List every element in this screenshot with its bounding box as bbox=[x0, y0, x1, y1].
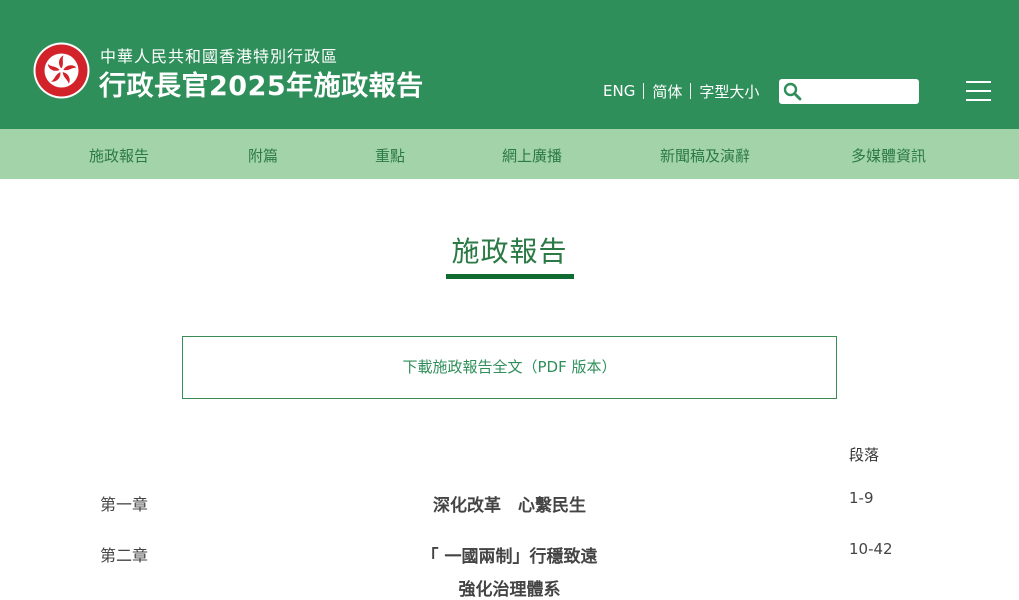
nav-item-policy-address[interactable]: 施政報告 bbox=[89, 145, 149, 166]
search-icon[interactable] bbox=[783, 82, 802, 101]
language-english-link[interactable]: ENG bbox=[603, 82, 635, 100]
hksar-emblem-logo[interactable] bbox=[33, 42, 90, 99]
toc-chapter-title-link[interactable]: 強化治理體系 bbox=[0, 575, 1019, 600]
search-box bbox=[779, 79, 919, 104]
toc-paragraph-header: 段落 bbox=[849, 446, 880, 464]
download-pdf-button[interactable]: 下載施政報告全文（PDF 版本） bbox=[182, 336, 837, 399]
nav-item-webcast[interactable]: 網上廣播 bbox=[502, 145, 562, 166]
toc-paragraph-range: 1-9 bbox=[849, 489, 874, 507]
title-underline bbox=[446, 274, 574, 279]
toc-paragraph-range: 10-42 bbox=[849, 540, 893, 558]
page-title: 施政報告 bbox=[451, 235, 568, 268]
site-header: 中華人民共和國香港特別行政區 行政長官2025年施政報告 ENG 简体 字型大小 bbox=[0, 0, 1019, 129]
divider bbox=[690, 83, 692, 99]
hamburger-menu-icon[interactable] bbox=[966, 81, 991, 101]
menu-bar bbox=[966, 99, 991, 101]
menu-bar bbox=[966, 81, 991, 83]
nav-item-press-releases[interactable]: 新聞稿及演辭 bbox=[660, 145, 750, 166]
main-nav: 施政報告 附篇 重點 網上廣播 新聞稿及演辭 多媒體資訊 bbox=[0, 129, 1019, 179]
site-title[interactable]: 行政長官2025年施政報告 bbox=[99, 64, 424, 103]
nav-item-supplement[interactable]: 附篇 bbox=[248, 145, 278, 166]
nav-item-multimedia[interactable]: 多媒體資訊 bbox=[851, 145, 926, 166]
language-simplified-link[interactable]: 简体 bbox=[652, 81, 682, 102]
font-size-link[interactable]: 字型大小 bbox=[699, 81, 759, 102]
search-input[interactable] bbox=[805, 81, 915, 102]
utility-links: ENG 简体 字型大小 bbox=[603, 80, 759, 102]
nav-item-highlights[interactable]: 重點 bbox=[375, 145, 405, 166]
menu-bar bbox=[966, 90, 991, 92]
divider bbox=[643, 83, 645, 99]
